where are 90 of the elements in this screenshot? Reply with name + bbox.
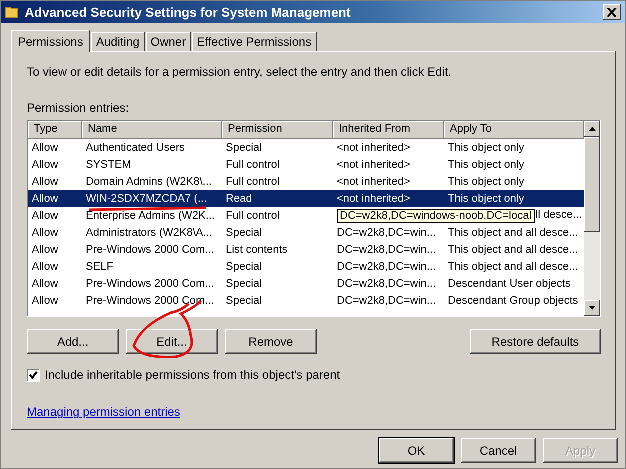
table-cell-text: WIN-2SDX7MZCDA7 (...	[85, 192, 208, 204]
table-cell-text: DC=w2k8,DC=win...	[336, 226, 438, 238]
column-header[interactable]: Inherited From	[333, 121, 444, 139]
table-cell-text: Allow	[31, 158, 60, 170]
table-cell-text: <not inherited>	[336, 176, 412, 188]
table-cell-text: Allow	[31, 244, 60, 256]
scroll-down-button[interactable]	[584, 300, 600, 316]
tab[interactable]: Permissions	[11, 30, 90, 52]
table-cell-text: Special	[225, 226, 264, 238]
table-cell-text: Allow	[31, 142, 60, 154]
down-arrow-icon	[588, 306, 596, 310]
table-cell-text: SYSTEM	[85, 158, 132, 170]
table-cell-text: <not inherited>	[336, 158, 412, 170]
tab[interactable]: Owner	[146, 32, 192, 51]
list-row[interactable]: Allow Domain Admins (W2K8\... Full control <not inherited> This object only	[28, 173, 584, 190]
table-cell-text: Allow	[31, 278, 60, 290]
table-cell-text: Allow	[31, 192, 60, 204]
table-cell-text: This object and all desce...	[447, 244, 580, 256]
table-cell-text: Authenticated Users	[85, 142, 186, 154]
table-cell: ll desce...	[536, 208, 582, 222]
table-cell-text: Allow	[31, 176, 60, 188]
list-row[interactable]: Allow Pre-Windows 2000 Com... List contents DC=w2k8,DC=win... This object and all desce...	[28, 241, 584, 258]
table-cell-text: Administrators (W2K8\A...	[85, 226, 214, 238]
table-cell-text: Read	[225, 192, 254, 204]
list-row[interactable]: Allow Administrators (W2K8\A... Special DC=w2k8,DC=win... This object and all desce...	[28, 224, 584, 241]
table-cell-text: This object and all desce...	[447, 226, 580, 238]
folder-icon	[5, 5, 19, 19]
table-cell-text: This object only	[447, 192, 526, 204]
table-cell-text: Descendant User objects	[447, 278, 572, 290]
checkbox-label: Include inheritable permissions from this object's parent	[45, 368, 340, 382]
table-cell-text: DC=w2k8,DC=win...	[336, 278, 438, 290]
table-cell-text: Domain Admins (W2K8\...	[85, 176, 213, 188]
table-cell-text: Descendant Group objects	[447, 294, 580, 306]
table-cell-text: <not inherited>	[336, 192, 412, 204]
tab[interactable]: Effective Permissions	[192, 32, 317, 51]
checkbox[interactable]	[27, 368, 40, 382]
table-cell-text: Pre-Windows 2000 Com...	[85, 294, 216, 306]
table-cell-text: Allow	[31, 226, 60, 238]
list-label: Permission entries:	[27, 101, 130, 115]
table-cell-text: DC=w2k8,DC=win...	[336, 294, 438, 306]
up-arrow-icon	[588, 127, 596, 131]
scrollbar[interactable]	[584, 121, 600, 316]
table-cell-text: This object only	[447, 176, 526, 188]
column-header[interactable]: Apply To	[444, 121, 584, 139]
dialog-button[interactable]: Cancel	[461, 438, 536, 463]
list-button[interactable]: Remove	[225, 329, 317, 354]
table-cell-text: This object only	[447, 142, 526, 154]
table-cell-text: This object only	[447, 158, 526, 170]
table-cell-text: Allow	[31, 294, 60, 306]
table-cell-text: SELF	[85, 260, 115, 272]
close-button[interactable]	[603, 4, 621, 20]
list-row[interactable]: Allow Enterprise Admins (W2K... Full control DC=w2k8,DC=windows-noob,DC=local ll desce...	[28, 207, 584, 224]
table-cell-text: Special	[225, 278, 264, 290]
table-cell-text: Full control	[225, 176, 281, 188]
list-row[interactable]: Allow Pre-Windows 2000 Com... Special DC=w2k8,DC=win... Descendant Group objects	[28, 292, 584, 309]
column-header[interactable]: Permission	[222, 121, 333, 139]
list-row[interactable]: Allow SELF Special DC=w2k8,DC=win... This object and all desce...	[28, 258, 584, 275]
table-cell-text: List contents	[225, 244, 289, 256]
scroll-up-button[interactable]	[584, 121, 600, 137]
table-cell-text: Allow	[31, 210, 60, 222]
table-cell-text: Full control	[225, 158, 281, 170]
table-cell-text: Allow	[31, 260, 60, 272]
table-cell-text: This object and all desce...	[447, 260, 580, 272]
tab[interactable]: Auditing	[91, 32, 145, 51]
column-header[interactable]: Type	[28, 121, 82, 139]
list-row[interactable]: Allow Authenticated Users Special <not inherited> This object only	[28, 139, 584, 156]
table-cell-text: DC=w2k8,DC=win...	[336, 244, 438, 256]
table-cell-text: <not inherited>	[336, 142, 412, 154]
table-cell-text: Special	[225, 142, 264, 154]
instruction-text: To view or edit details for a permission entry, select the entry and then click Edit.	[27, 65, 453, 79]
table-cell-text: Special	[225, 260, 264, 272]
column-header[interactable]: Name	[82, 121, 222, 139]
table-cell-text: Full control	[225, 210, 281, 222]
close-icon	[607, 8, 617, 16]
list-row[interactable]: Allow WIN-2SDX7MZCDA7 (... Read <not inherited> This object only	[28, 190, 584, 207]
table-cell-text: Pre-Windows 2000 Com...	[85, 278, 216, 290]
list-button[interactable]: Edit...	[126, 329, 218, 354]
list-row[interactable]: Allow Pre-Windows 2000 Com... Special DC=w2k8,DC=win... Descendant User objects	[28, 275, 584, 292]
list-button[interactable]: Add...	[27, 329, 119, 354]
window-title: Advanced Security Settings for System Management	[25, 4, 352, 20]
table-cell-text: DC=w2k8,DC=win...	[336, 260, 438, 272]
help-link[interactable]: Managing permission entries	[27, 405, 180, 419]
restore-defaults-button[interactable]: Restore defaults	[470, 329, 601, 354]
tooltip: DC=w2k8,DC=windows-noob,DC=local	[337, 208, 535, 222]
dialog-button[interactable]: OK	[379, 438, 454, 463]
scrollbar-thumb[interactable]	[584, 137, 600, 232]
table-cell-text: Enterprise Admins (W2K...	[85, 210, 216, 222]
table-cell-text: Pre-Windows 2000 Com...	[85, 244, 216, 256]
table-cell-text: Special	[225, 294, 264, 306]
list-row[interactable]: Allow SYSTEM Full control <not inherited> This object only	[28, 156, 584, 173]
